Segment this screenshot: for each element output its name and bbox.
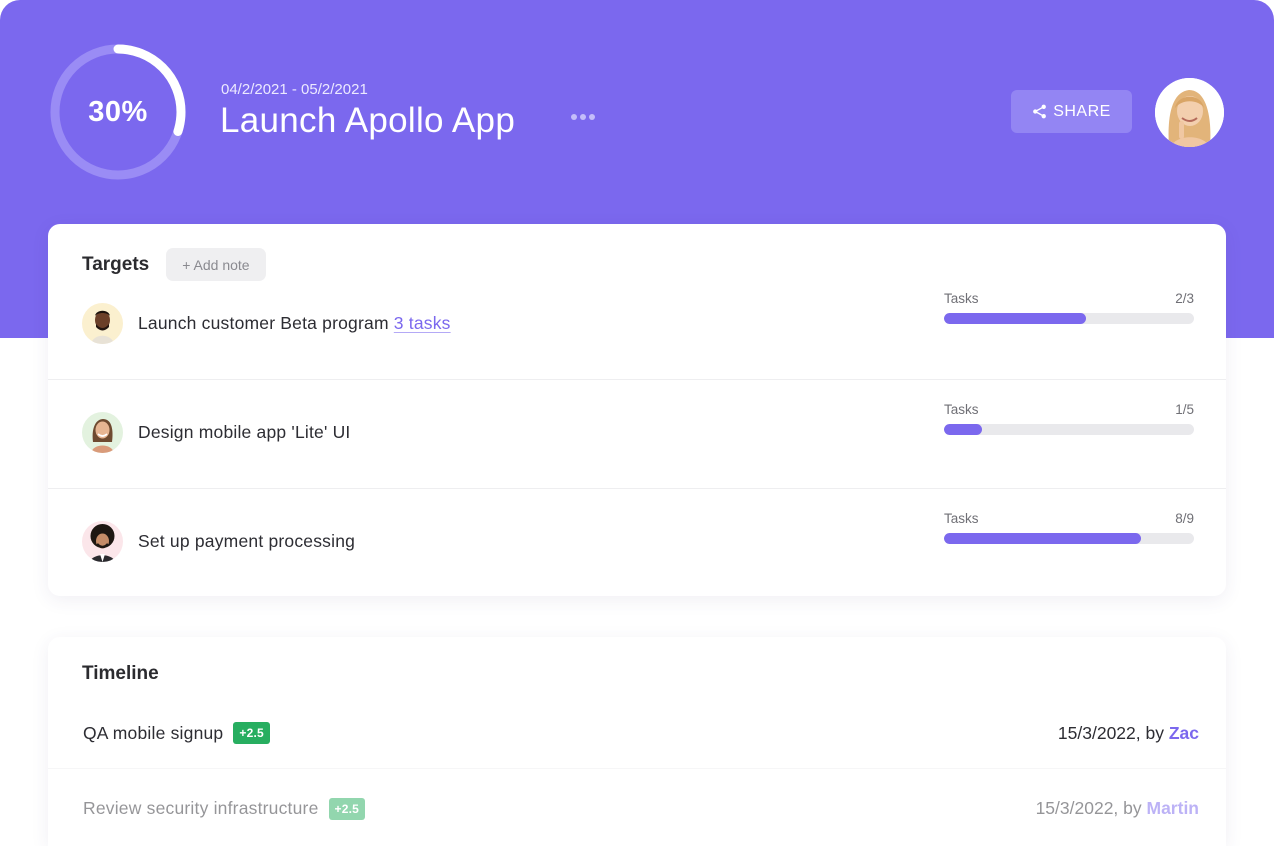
more-horizontal-icon[interactable] (571, 114, 595, 120)
avatar (82, 411, 123, 453)
timeline-row[interactable]: QA mobile signup +2.5 15/3/2022, by Zac (48, 719, 1226, 747)
points-badge: +2.5 (328, 797, 366, 820)
target-label: Set up payment processing (138, 530, 356, 551)
timeline-card: Timeline QA mobile signup +2.5 15/3/2022… (48, 637, 1226, 846)
progress-label: Tasks (944, 402, 979, 417)
targets-title: Targets (82, 253, 150, 275)
timeline-date: 15/3/2022, by (1057, 722, 1169, 743)
page-title: Launch Apollo App (220, 101, 516, 140)
timeline-user-link[interactable]: Zac (1169, 723, 1199, 743)
timeline-label: QA mobile signup (83, 722, 224, 743)
progress-count: 1/5 (1175, 402, 1194, 417)
progress-percent: 30% (88, 95, 148, 128)
targets-card: Targets + Add note Launch customer Beta … (48, 224, 1226, 596)
avatar (82, 520, 123, 562)
share-icon (1033, 104, 1047, 119)
avatar-woman-icon (1155, 78, 1224, 147)
tasks-progress: Tasks 8/9 (944, 511, 1194, 544)
points-badge: +2.5 (233, 722, 270, 744)
progress-bar (944, 424, 1194, 435)
tasks-progress: Tasks 2/3 (944, 291, 1194, 324)
timeline-label: Review security infrastructure (83, 798, 319, 818)
progress-bar-fill (944, 424, 982, 435)
avatar-man-icon (82, 520, 123, 562)
tasks-link[interactable]: 3 tasks (394, 313, 451, 333)
progress-bar (944, 533, 1194, 544)
add-note-button[interactable]: + Add note (166, 248, 266, 281)
progress-ring: 30% (48, 42, 188, 182)
target-row[interactable]: Set up payment processing Tasks 8/9 (48, 488, 1226, 596)
avatar-man-icon (82, 302, 123, 344)
target-label: Design mobile app 'Lite' UI (138, 421, 351, 442)
target-label: Launch customer Beta program (138, 312, 389, 333)
progress-label: Tasks (944, 511, 979, 526)
timeline-row[interactable]: Review security infrastructure +2.5 15/3… (48, 768, 1226, 844)
share-button[interactable]: SHARE (1011, 90, 1132, 133)
avatar (82, 302, 123, 344)
progress-bar-fill (944, 313, 1086, 324)
date-range: 04/2/2021 - 05/2/2021 (221, 81, 368, 98)
user-avatar[interactable] (1155, 78, 1224, 147)
share-label: SHARE (1053, 102, 1111, 120)
timeline-date: 15/3/2022, by (1035, 798, 1147, 818)
progress-label: Tasks (944, 291, 979, 306)
tasks-progress: Tasks 1/5 (944, 402, 1194, 435)
progress-count: 2/3 (1175, 291, 1194, 306)
progress-bar (944, 313, 1194, 324)
timeline-user-link[interactable]: Martin (1147, 798, 1200, 818)
progress-count: 8/9 (1175, 511, 1194, 526)
timeline-title: Timeline (82, 663, 159, 684)
target-row[interactable]: Design mobile app 'Lite' UI Tasks 1/5 (48, 379, 1226, 488)
avatar-woman-icon (82, 411, 123, 453)
progress-bar-fill (944, 533, 1142, 544)
target-row[interactable]: Launch customer Beta program 3 tasks Tas… (48, 279, 1226, 388)
